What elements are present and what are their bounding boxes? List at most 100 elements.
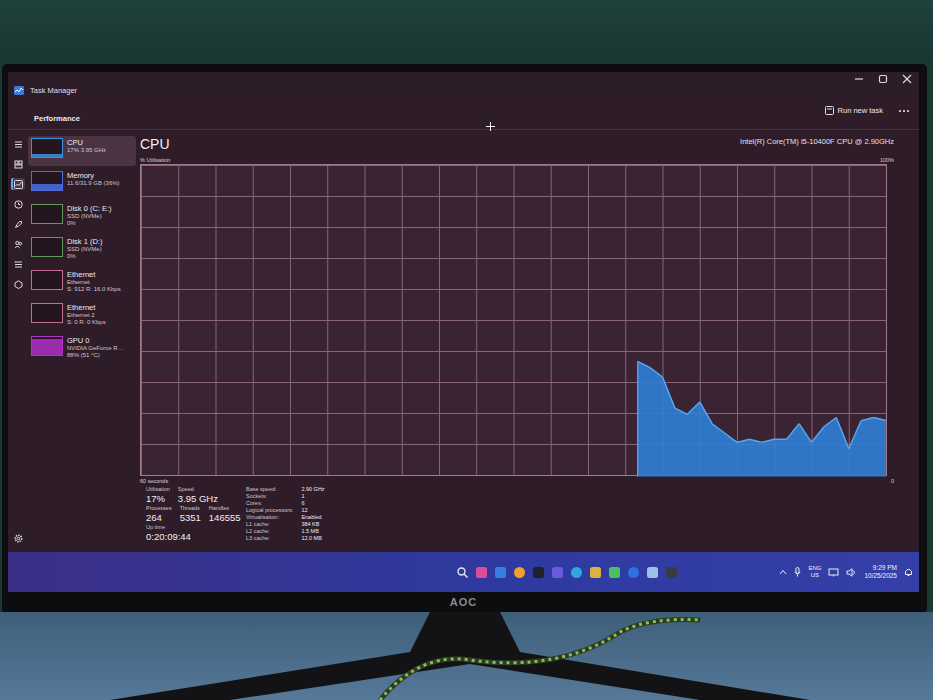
spec-value: Enabled	[301, 514, 324, 521]
nav-icon	[14, 280, 23, 289]
taskbar-app-icon[interactable]	[646, 566, 659, 579]
chevron-up-icon[interactable]	[779, 569, 787, 575]
speaker-icon[interactable]	[846, 568, 857, 577]
resource-thumbnail	[31, 336, 63, 356]
series-segment	[650, 368, 662, 377]
spec-label: L3 cache:	[246, 535, 293, 542]
series-segment	[836, 417, 848, 448]
nav-button[interactable]	[11, 178, 25, 190]
resource-thumbnail	[31, 204, 63, 224]
window-body: CPU 17% 3.95 GHz Memory 11.6/31.9 GB (36…	[8, 130, 919, 552]
nav-button[interactable]	[11, 218, 25, 230]
nav-button[interactable]	[11, 138, 25, 150]
resource-detail: Ethernet	[67, 279, 121, 286]
toolbar: Performance Run new task	[8, 100, 919, 130]
nav-icon	[14, 260, 23, 269]
nav-icon	[14, 220, 23, 229]
language-indicator[interactable]: ENG US	[808, 565, 821, 580]
notification-bell-icon[interactable]	[904, 567, 913, 577]
spec-label: L1 cache:	[246, 521, 293, 528]
resource-name: Disk 1 (D:)	[67, 237, 102, 246]
nav-button[interactable]	[11, 258, 25, 270]
resource-item[interactable]: Disk 1 (D:) SSD (NVMe)0%	[28, 235, 136, 265]
spec-label: Sockets:	[246, 493, 293, 500]
series-segment	[749, 439, 761, 442]
spec-value: 6	[301, 500, 324, 507]
series-segment	[725, 433, 737, 442]
task-manager-icon	[14, 86, 24, 95]
taskbar-app-icon[interactable]	[627, 566, 640, 579]
nav-button[interactable]	[11, 198, 25, 210]
screen: Task Manager Performance Run new task CP…	[8, 72, 919, 592]
series-segment	[687, 402, 699, 414]
taskbar-app-icon[interactable]	[475, 566, 488, 579]
taskbar-app-icon[interactable]	[570, 566, 583, 579]
monitor-stand	[0, 612, 933, 700]
series-segment	[762, 439, 774, 442]
taskbar-app-icon[interactable]	[494, 566, 507, 579]
resource-item[interactable]: Ethernet EthernetS: 912 R: 16.0 Kbps	[28, 268, 136, 298]
monitor-bezel: AOC	[8, 592, 919, 612]
spec-list: Base speed: 2.90 GHzSockets: 1Cores: 6Lo…	[246, 486, 325, 552]
resource-detail: 17% 3.95 GHz	[67, 147, 106, 154]
resource-thumbnail	[31, 237, 63, 257]
minimize-icon[interactable]	[853, 74, 865, 84]
desk	[0, 612, 933, 700]
taskbar-app-icon[interactable]	[456, 566, 469, 579]
series-segment	[737, 439, 749, 442]
cpu-model: Intel(R) Core(TM) i5-10400F CPU @ 2.90GH…	[740, 136, 894, 146]
resource-item[interactable]: GPU 0 NVIDIA GeForce R…88% (51 °C)	[28, 334, 136, 364]
stats-area: Utilisation 17%Speed 3.95 GHz Processes …	[140, 486, 894, 552]
taskbar-app-icon[interactable]	[551, 566, 564, 579]
series-edge	[637, 361, 638, 476]
taskbar-app-icon[interactable]	[589, 566, 602, 579]
nav-button[interactable]	[11, 238, 25, 250]
resource-detail: Ethernet 2	[67, 312, 106, 319]
resource-name: Disk 0 (C: E:)	[67, 204, 112, 213]
series-segment	[874, 417, 886, 420]
resource-name: GPU 0	[67, 336, 124, 345]
run-new-task-button[interactable]: Run new task	[821, 104, 887, 117]
network-icon[interactable]	[828, 568, 839, 577]
nav-button[interactable]	[11, 158, 25, 170]
spec-value: 1	[301, 493, 324, 500]
x-axis-start: 60 seconds	[140, 478, 168, 485]
nav-icon	[14, 180, 23, 189]
taskbar-app-icon[interactable]	[513, 566, 526, 579]
microphone-icon[interactable]	[794, 567, 801, 577]
stat: Handles 146555	[209, 505, 241, 523]
series-segment	[812, 427, 824, 443]
resource-item[interactable]: Memory 11.6/31.9 GB (36%)	[28, 169, 136, 199]
resource-thumbnail	[31, 303, 63, 323]
resource-item[interactable]: Ethernet Ethernet 2S: 0 R: 0 Kbps	[28, 301, 136, 331]
series-segment	[861, 417, 873, 420]
spec-value: 1.5 MB	[301, 528, 324, 535]
photo-scene: Task Manager Performance Run new task CP…	[0, 0, 933, 700]
nav-icon	[14, 140, 23, 149]
spec-label: Virtualisation:	[246, 514, 293, 521]
navigation-rail	[8, 130, 28, 552]
monitor-brand: AOC	[450, 596, 477, 608]
clock[interactable]: 9:29 PM 10/25/2025	[864, 564, 897, 580]
stat: Processes 264	[146, 505, 172, 523]
taskbar: ENG US 9:29 PM 10/25/2025	[8, 552, 919, 592]
resource-detail: S: 912 R: 16.0 Kbps	[67, 286, 121, 293]
taskbar-app-icon[interactable]	[665, 566, 678, 579]
close-icon[interactable]	[901, 74, 913, 84]
resource-name: CPU	[67, 138, 106, 147]
resource-item[interactable]: CPU 17% 3.95 GHz	[28, 136, 136, 166]
maximize-icon[interactable]	[877, 74, 889, 84]
resource-item[interactable]: Disk 0 (C: E:) SSD (NVMe)0%	[28, 202, 136, 232]
more-options-icon[interactable]	[897, 108, 911, 114]
nav-button[interactable]	[11, 278, 25, 290]
window-title: Task Manager	[30, 86, 77, 95]
nav-icon	[14, 200, 23, 209]
time: 9:29 PM	[873, 564, 897, 572]
thumbnail-fill	[32, 154, 62, 157]
settings-button[interactable]	[11, 532, 25, 544]
x-axis-end: 0	[891, 478, 894, 485]
taskbar-app-icon[interactable]	[608, 566, 621, 579]
taskbar-app-icon[interactable]	[532, 566, 545, 579]
panel-title: CPU	[140, 136, 170, 152]
resource-thumbnail	[31, 138, 63, 158]
